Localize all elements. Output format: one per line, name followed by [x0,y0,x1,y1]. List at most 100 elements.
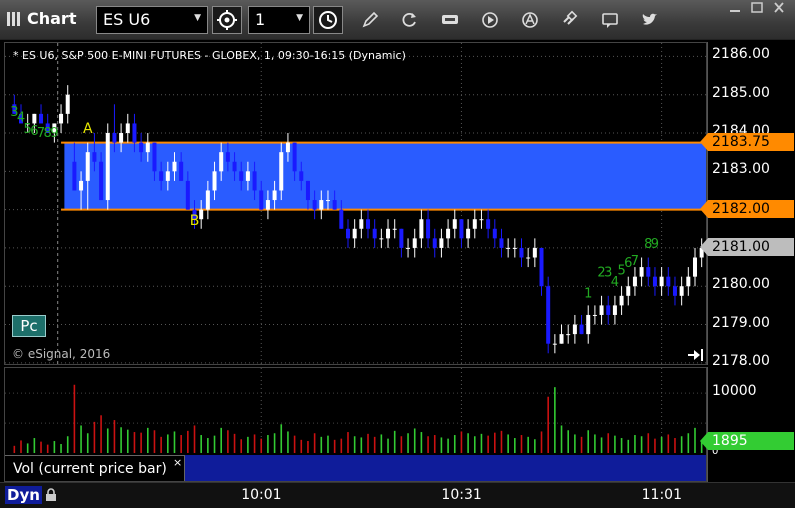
candle [472,209,477,239]
toolbar: Chart ES U6 ▼ 1 ▼ [0,0,795,40]
volume-panel[interactable]: Vol (current price bar) × [4,367,707,482]
candle [532,238,537,268]
symbol-value: ES U6 [103,10,151,29]
candle-body [319,200,324,210]
price-panel[interactable]: AB3456789123456789 * ES U6, S&P 500 E-MI… [4,42,707,365]
volume-legend-strip [185,455,706,481]
candle-body [586,314,591,335]
refresh-icon[interactable] [399,10,419,30]
candle-body [139,142,144,153]
candle-body [379,238,384,240]
twitter-icon[interactable] [640,10,660,30]
candle [125,113,130,143]
candle-body [39,113,44,124]
pc-badge[interactable]: Pc [12,315,46,337]
chevron-down-icon[interactable]: ▼ [194,13,201,23]
candle [486,209,491,239]
candle [452,209,457,239]
candle-body [32,113,37,124]
chart-header: * ES U6, S&P 500 E-MINI FUTURES - GLOBEX… [13,49,406,62]
candle-body [285,142,290,153]
close-icon[interactable]: × [173,456,182,469]
dynamic-mode-label[interactable]: Dyn [5,486,42,504]
candle [592,305,597,325]
candle-body [672,286,677,296]
count-marker: 9 [651,237,659,252]
candle-body [492,228,497,239]
candle-body [265,200,270,210]
candle-body [432,238,437,248]
candle-body [239,171,244,181]
candle-body [179,161,184,181]
candle [672,276,677,306]
candle [572,314,577,344]
candle-body [692,257,697,277]
candle-body [165,171,170,181]
minimize-icon[interactable] [724,0,746,16]
candle-body [85,152,90,181]
candle [392,219,397,239]
candle [386,219,391,248]
lock-icon[interactable] [44,488,58,502]
candle [39,104,44,124]
get-quote-icon[interactable] [440,10,460,30]
candle [345,219,350,248]
time-axis[interactable]: Dyn 10:01 10:31 11:01 [0,482,795,508]
candle-body [105,133,110,201]
candle-body [406,247,411,249]
candle-body [552,343,557,345]
alert-icon[interactable] [520,10,540,30]
candle [352,219,357,248]
candle [379,228,384,248]
interval-combo[interactable]: 1 ▼ [248,6,310,34]
candle-body [372,228,377,239]
candle [606,295,611,325]
candle-body [279,152,284,191]
play-icon[interactable] [480,10,500,30]
candle-body [572,324,577,335]
interval-settings-button[interactable] [212,6,242,34]
candle [412,228,417,258]
price-axis[interactable]: 2186.002185.002184.002183.002182.002181.… [700,42,795,369]
price-tick-label: 2183.00 [712,161,770,178]
volume-axis[interactable]: 10000500001895 [700,367,795,482]
price-tick-label: 2180.00 [712,276,770,293]
time-tick-label: 11:01 [641,487,682,503]
candle-body [292,142,297,172]
candle-body [99,161,104,201]
candle-body [119,133,124,143]
candle-body [199,209,204,220]
link-icon[interactable] [560,10,580,30]
candle [652,267,657,296]
candle-body [299,171,304,181]
price-tick-label: 2179.00 [712,314,770,331]
clock-button[interactable] [313,6,343,34]
candle-body [686,276,691,287]
candle-body [132,123,137,143]
candle-body [439,238,444,248]
candle [619,286,624,315]
candle-body [599,305,604,315]
candle-body [112,133,117,143]
candle-body [312,200,317,210]
chevron-down-icon[interactable]: ▼ [296,13,303,23]
interval-value: 1 [255,10,266,29]
candle-body [459,219,464,239]
chart-window: Chart ES U6 ▼ 1 ▼ A B 3 4 5 6 7 8 9 1 2 … [0,0,795,508]
candle [666,267,671,296]
price-tag: 2183.75 [700,132,794,151]
jump-to-end-icon[interactable] [688,348,704,362]
candle-body [659,276,664,287]
candle-body [399,228,404,248]
candle [579,314,584,335]
maximize-icon[interactable] [746,0,768,16]
comment-icon[interactable] [600,10,620,30]
close-icon[interactable] [768,0,790,16]
volume-legend[interactable]: Vol (current price bar) [5,455,185,481]
candle-body [592,314,597,316]
symbol-combo[interactable]: ES U6 ▼ [96,6,208,34]
candle [566,324,571,344]
candle [406,238,411,258]
candle-body [225,152,230,162]
pencil-icon[interactable] [360,10,380,30]
